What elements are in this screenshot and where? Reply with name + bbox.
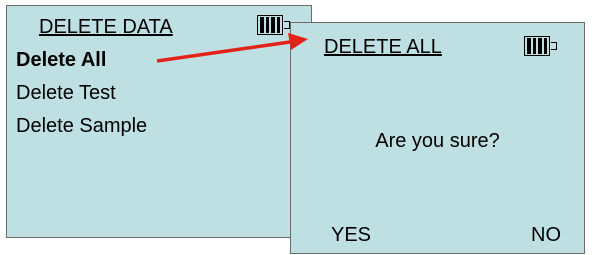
menu-item-delete-sample[interactable]: Delete Sample bbox=[16, 116, 147, 136]
no-softkey[interactable]: NO bbox=[531, 225, 561, 245]
battery-full-icon bbox=[257, 15, 290, 35]
menu-item-delete-all[interactable]: Delete All bbox=[16, 50, 106, 70]
yes-softkey[interactable]: YES bbox=[331, 225, 371, 245]
battery-full-icon bbox=[524, 36, 557, 56]
delete-data-screen: DELETE DATA Delete All Delete Test Delet… bbox=[6, 5, 312, 238]
screen-title: DELETE ALL bbox=[324, 36, 442, 58]
menu-item-delete-test[interactable]: Delete Test bbox=[16, 83, 116, 103]
confirm-prompt: Are you sure? bbox=[375, 130, 500, 152]
screen-title: DELETE DATA bbox=[39, 16, 173, 38]
delete-all-confirm-screen: DELETE ALL Are you sure? YES NO bbox=[290, 22, 585, 254]
